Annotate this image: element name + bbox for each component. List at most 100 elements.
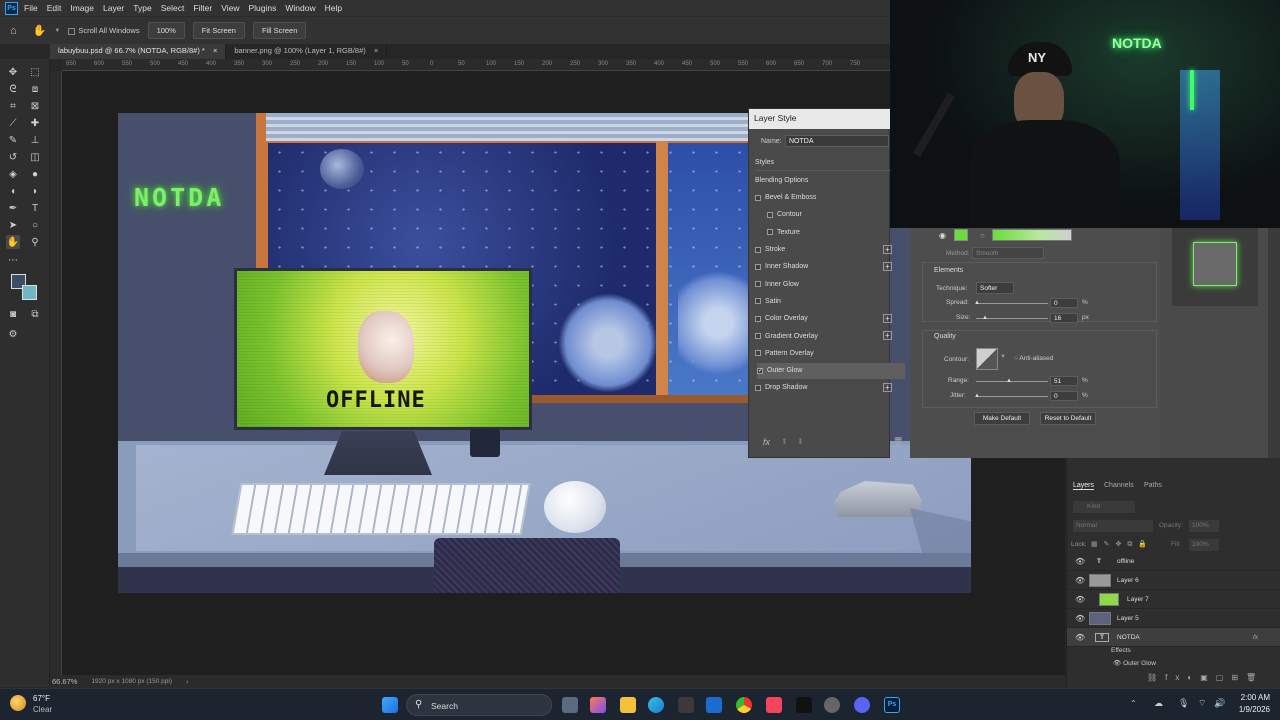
style-item-pattern-overlay[interactable]: Pattern Overlay	[755, 345, 895, 361]
mic-icon[interactable]: 🎙	[1178, 698, 1189, 709]
fill-field[interactable]: 100%	[1189, 539, 1219, 551]
checkbox[interactable]	[755, 263, 761, 270]
document-info[interactable]: 1920 px x 1080 px (150 ppi)	[91, 678, 172, 685]
volume-icon[interactable]: 🔊	[1214, 698, 1225, 709]
menu-window[interactable]: Window	[285, 3, 315, 13]
home-icon[interactable]: ⌂	[10, 25, 17, 37]
ellipse-tool-icon[interactable]: ○	[28, 218, 42, 232]
range-slider[interactable]	[976, 381, 1048, 382]
close-icon[interactable]: ×	[374, 46, 378, 55]
style-item-satin[interactable]: Satin	[755, 293, 895, 309]
photoshop-logo-icon[interactable]: Ps	[5, 1, 18, 15]
capcut-icon[interactable]	[796, 697, 812, 713]
size-slider-handle[interactable]: ▲	[982, 315, 988, 321]
pen-tool-icon[interactable]: ✒	[6, 201, 20, 215]
tray-chevron-icon[interactable]: ⌃	[1130, 699, 1137, 708]
fx-menu-button[interactable]: fx	[763, 437, 770, 447]
method-select[interactable]: Smooth	[972, 247, 1044, 259]
layer-row[interactable]: 👁 Layer 5	[1067, 609, 1280, 628]
jitter-slider-handle[interactable]: ▲	[974, 393, 980, 399]
jitter-value[interactable]: 0	[1050, 391, 1078, 401]
style-item-inner-shadow[interactable]: Inner Shadow	[755, 259, 895, 275]
close-icon[interactable]: ×	[213, 46, 217, 55]
mail-icon[interactable]	[706, 697, 722, 713]
style-item-outer-glow[interactable]: ✓ Outer Glow	[757, 362, 905, 379]
make-default-button[interactable]: Make Default	[974, 412, 1030, 425]
onedrive-icon[interactable]: ☁	[1154, 698, 1163, 709]
chevron-down-icon[interactable]: ▼	[54, 28, 60, 34]
checkbox[interactable]	[755, 246, 761, 253]
style-item-texture[interactable]: Texture	[767, 224, 907, 240]
add-style-button[interactable]: +	[883, 261, 892, 271]
edit-toolbar-icon[interactable]: ⚙	[6, 327, 20, 341]
fill-screen-button[interactable]: Fill Screen	[252, 22, 307, 39]
menu-view[interactable]: View	[221, 3, 239, 13]
chevron-right-icon[interactable]: ›	[186, 677, 189, 686]
checkbox[interactable]	[755, 298, 761, 305]
layer-fx-icon[interactable]: fx	[1253, 634, 1258, 641]
store-icon[interactable]	[678, 697, 694, 713]
scrollbar[interactable]	[1268, 228, 1280, 458]
chevron-down-icon[interactable]: ▼	[1000, 354, 1006, 360]
search-box[interactable]: ⚲ Search	[406, 694, 552, 716]
eye-icon[interactable]: 👁	[1075, 633, 1085, 642]
menu-plugins[interactable]: Plugins	[248, 3, 276, 13]
eye-icon[interactable]: 👁	[1075, 614, 1085, 623]
radio-icon[interactable]: ◉	[939, 231, 946, 240]
style-item-bevel-emboss[interactable]: Bevel & Emboss	[755, 190, 895, 206]
checkbox[interactable]	[755, 333, 761, 339]
layer-row-selected[interactable]: 👁 T NOTDA fx	[1067, 628, 1280, 647]
discord-icon[interactable]	[854, 697, 870, 713]
checkbox[interactable]	[767, 229, 773, 236]
checkbox[interactable]	[755, 194, 761, 201]
dodge-tool-icon[interactable]: ◖	[6, 184, 20, 198]
style-item-inner-glow[interactable]: Inner Glow	[755, 276, 895, 292]
range-slider-handle[interactable]: ▲	[1006, 378, 1012, 384]
paint-bucket-icon[interactable]: ◈	[6, 167, 20, 181]
checkbox[interactable]	[755, 350, 761, 357]
trash-icon[interactable]: 🗑	[893, 437, 903, 446]
tab-labuybuu[interactable]: labuybuu.psd @ 66.7% (NOTDA, RGB/8#) * ×	[50, 44, 227, 59]
file-explorer-icon[interactable]	[620, 697, 636, 713]
style-item-stroke[interactable]: Stroke	[755, 242, 895, 258]
zoom-100-button[interactable]: 100%	[147, 22, 185, 39]
style-item-gradient-overlay[interactable]: Gradient Overlay	[755, 328, 895, 344]
eye-icon[interactable]: 👁	[1075, 576, 1085, 585]
tab-channels[interactable]: Channels	[1104, 482, 1134, 489]
object-select-tool-icon[interactable]: ⧈	[28, 82, 42, 96]
eye-icon[interactable]: 👁	[1075, 557, 1085, 566]
weather-moon-icon[interactable]	[10, 695, 26, 711]
opacity-field[interactable]: 100%	[1189, 520, 1219, 532]
hand-tool-icon[interactable]: ✋	[33, 24, 47, 37]
brush-tool-icon[interactable]: ✎	[6, 133, 20, 147]
style-item-drop-shadow[interactable]: Drop Shadow	[755, 380, 895, 396]
obs-icon[interactable]	[824, 697, 840, 713]
style-item-styles[interactable]: Styles	[755, 155, 895, 171]
edge-icon[interactable]	[648, 697, 664, 713]
reset-default-button[interactable]: Reset to Default	[1040, 412, 1096, 425]
glow-gradient-picker[interactable]	[992, 229, 1072, 241]
kind-filter[interactable]: Kind	[1073, 501, 1135, 513]
spread-slider-handle[interactable]: ▲	[974, 300, 980, 306]
style-item-color-overlay[interactable]: Color Overlay	[755, 311, 895, 327]
menu-type[interactable]: Type	[133, 3, 151, 13]
windows-start-icon[interactable]	[382, 697, 398, 713]
clock-time[interactable]: 2:00 AM	[1234, 693, 1270, 702]
technique-select[interactable]: Softer	[976, 282, 1014, 294]
checkbox[interactable]	[755, 384, 761, 391]
dialog-title[interactable]: Layer Style	[749, 109, 891, 129]
spread-slider[interactable]	[976, 303, 1048, 304]
checkbox[interactable]	[767, 211, 773, 218]
horizontal-ruler[interactable]: 650 600 550 500 450 400 350 300 250 200 150 100 50 0 5…	[62, 59, 890, 71]
lock-icons[interactable]: ▦✎✥⧉🔒	[1091, 540, 1153, 549]
anti-aliased-checkbox[interactable]: ○ Anti-aliased	[1014, 355, 1053, 362]
tab-paths[interactable]: Paths	[1144, 482, 1162, 489]
healing-brush-icon[interactable]: ✚	[28, 116, 42, 130]
lasso-tool-icon[interactable]: ᘓ	[6, 82, 20, 96]
more-tools-icon[interactable]: ⋯	[6, 253, 20, 267]
scroll-all-windows-checkbox[interactable]: Scroll All Windows	[68, 26, 140, 35]
task-view-icon[interactable]	[562, 697, 578, 713]
frame-tool-icon[interactable]: ⊠	[28, 99, 42, 113]
move-up-icon[interactable]: ⬆	[781, 437, 788, 446]
burn-tool-icon[interactable]: ◗	[28, 184, 42, 198]
